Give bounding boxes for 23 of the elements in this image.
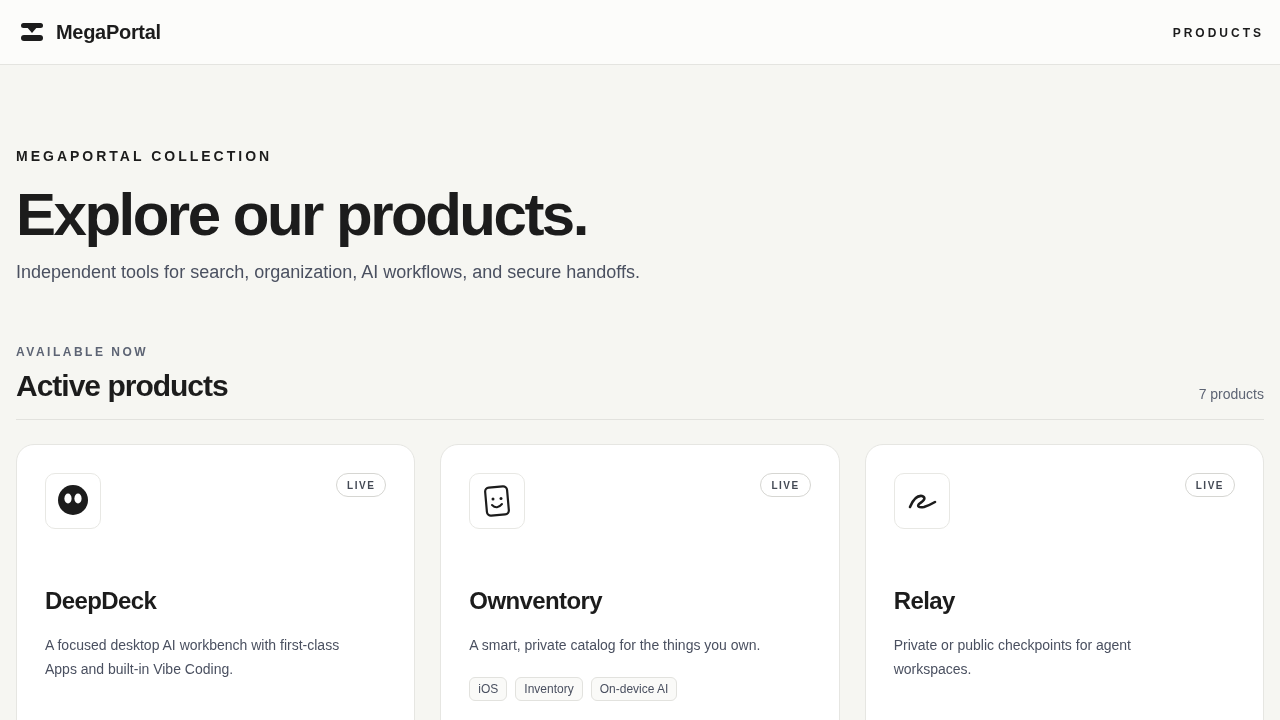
smiley-icon	[482, 485, 513, 517]
product-description: A smart, private catalog for the things you own.	[469, 636, 762, 655]
logo-icon[interactable]	[21, 23, 43, 41]
eyebrow-label: MEGAPORTAL COLLECTION	[16, 148, 274, 164]
nav-link[interactable]: PRODUCTS	[1172, 26, 1264, 40]
section-title: Active products	[16, 369, 228, 402]
brand-name[interactable]: MegaPortal	[56, 20, 161, 44]
product-description: Private or public checkpoints for agent workspaces.	[893, 636, 1132, 679]
product-count: 7 products	[1198, 386, 1264, 402]
product-card[interactable]: LIVE DeepDeck A focused desktop AI workbench with first-class Apps and built-in Vibe Coding.	[16, 444, 416, 720]
product-card[interactable]: LIVE Ownventory A smart, private catalog for the things you own. iOS Inventory On-device AI	[440, 444, 840, 720]
product-card[interactable]: LIVE Relay Private or public checkpoints for agent workspaces.	[864, 444, 1264, 720]
product-description: A focused desktop AI workbench with first-class Apps and built-in Vibe Coding.	[45, 636, 341, 679]
hero-subtitle: Independent tools for search, organization, AI workflows, and secure handoffs.	[16, 262, 642, 283]
product-name: Ownventory	[469, 587, 604, 615]
section-eyebrow: AVAILABLE NOW	[16, 345, 150, 359]
product-name: Relay	[893, 587, 956, 615]
eyes-icon	[58, 485, 88, 517]
product-name: DeepDeck	[45, 587, 158, 615]
hero-title: Explore our products.	[16, 182, 588, 248]
tag-chip: Inventory	[515, 677, 583, 701]
tag-chip: On-device AI	[590, 677, 678, 701]
tag-chip: iOS	[469, 677, 508, 701]
